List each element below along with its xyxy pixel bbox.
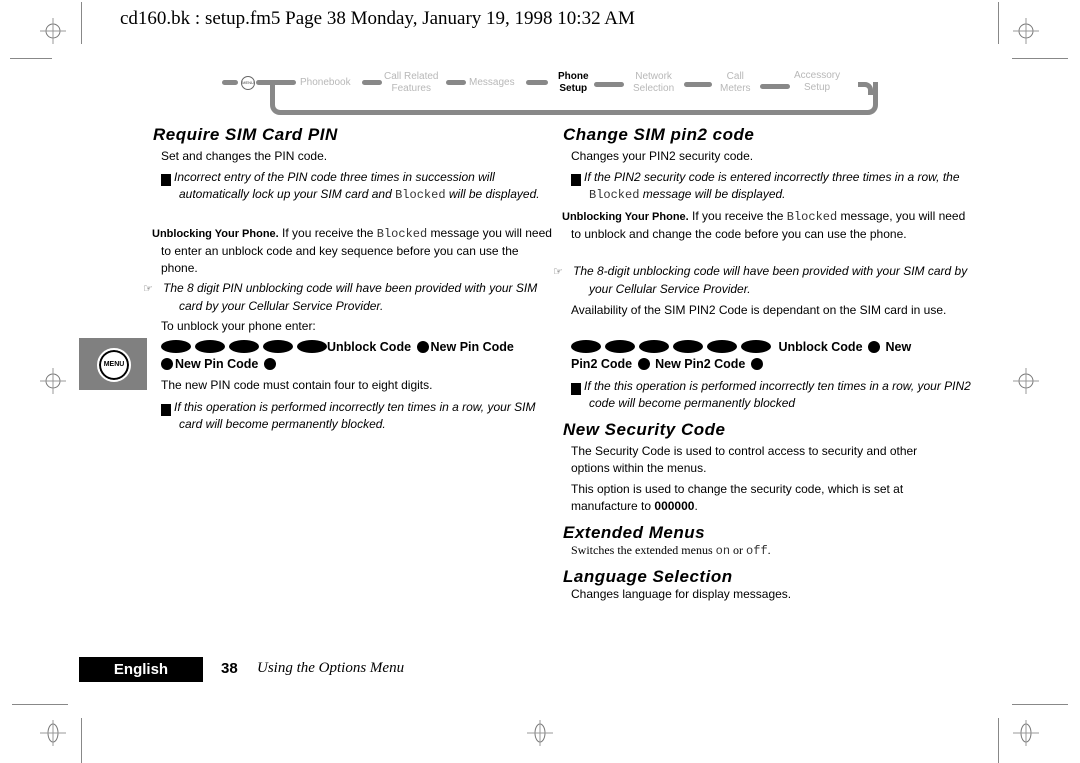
language-description: Changes language for display messages. — [571, 587, 792, 601]
warning-icon: ! — [565, 383, 581, 395]
nav-item-network-selection[interactable]: Network Selection — [633, 71, 674, 95]
ok-key-icon — [868, 341, 881, 353]
pin-length-info: The new PIN code must contain four to ei… — [161, 378, 433, 392]
key-icon — [195, 340, 225, 353]
extended-menus-description: Switches the extended menus on or off. — [571, 543, 771, 558]
require-pin-warning: ! Incorrect entry of the PIN code three t… — [155, 170, 540, 202]
key-icon — [571, 340, 601, 353]
registration-mark-icon — [1013, 720, 1039, 746]
crop-mark — [1012, 704, 1068, 705]
key-icon — [741, 340, 771, 353]
nav-loop-corner — [858, 82, 873, 95]
require-pin-warning-2: ! If this operation is performed incorrec… — [155, 400, 536, 431]
nav-item-call-related-features[interactable]: Call Related Features — [384, 71, 438, 95]
nav-connector — [222, 80, 238, 85]
nav-connector — [446, 80, 466, 85]
section-title-language-selection: Language Selection — [563, 567, 733, 586]
require-pin-note: ☞ The 8 digit PIN unblocking code will ha… — [143, 281, 538, 313]
crop-mark — [998, 718, 999, 763]
registration-mark-icon — [40, 368, 66, 394]
crop-mark — [81, 718, 82, 763]
ok-key-icon — [637, 358, 650, 370]
menu-button-icon: MENU — [97, 348, 131, 382]
section-footer-title: Using the Options Menu — [257, 660, 405, 676]
change-pin2-warning-2: ! If the this operation is performed inco… — [565, 379, 971, 410]
unblock-key-sequence: Unblock Code New Pin Code New Pin Code — [161, 339, 541, 373]
nav-item-phone-setup[interactable]: Phone Setup — [558, 71, 589, 95]
change-pin2-intro: Changes your PIN2 security code. — [571, 149, 754, 163]
nav-item-accessory-setup[interactable]: Accessory Setup — [794, 70, 840, 94]
registration-mark-icon — [1013, 18, 1039, 44]
menu-button-icon: MENU — [241, 76, 255, 90]
key-icon — [639, 340, 669, 353]
nav-connector — [362, 80, 382, 85]
to-unblock-instruction: To unblock your phone enter: — [161, 319, 316, 333]
nav-item-phonebook[interactable]: Phonebook — [300, 77, 351, 89]
warning-icon: ! — [565, 174, 581, 186]
key-icon — [263, 340, 293, 353]
ok-key-icon — [263, 358, 276, 370]
warning-icon: ! — [155, 404, 171, 416]
change-pin2-warning: ! If the PIN2 security code is entered in… — [565, 170, 960, 202]
crop-mark — [10, 58, 52, 59]
nav-item-call-meters[interactable]: Call Meters — [720, 71, 751, 95]
pin2-key-sequence: Unblock Code New Pin2 Code New Pin2 Code — [571, 340, 912, 371]
ok-key-icon — [750, 358, 763, 370]
security-code-default: This option is used to change the securi… — [571, 482, 904, 513]
nav-connector — [526, 80, 548, 85]
registration-mark-icon — [527, 720, 553, 746]
section-title-extended-menus: Extended Menus — [563, 523, 706, 542]
ok-key-icon — [161, 358, 173, 370]
registration-mark-icon — [40, 18, 66, 44]
ok-key-icon — [416, 341, 429, 353]
registration-mark-icon — [40, 720, 66, 746]
nav-connector — [594, 82, 624, 87]
key-icon — [605, 340, 635, 353]
crop-mark — [81, 2, 82, 44]
pin2-availability: Availability of the SIM PIN2 Code is dep… — [571, 303, 947, 317]
require-pin-unblocking: Unblocking Your Phone. If you receive th… — [152, 226, 552, 275]
key-icon — [707, 340, 737, 353]
section-title-require-sim-pin: Require SIM Card PIN — [153, 125, 338, 144]
crop-mark — [998, 2, 999, 44]
warning-icon: ! — [155, 174, 171, 186]
file-info-header: cd160.bk : setup.fm5 Page 38 Monday, Jan… — [120, 8, 635, 29]
registration-mark-icon — [1013, 368, 1039, 394]
security-code-description: The Security Code is used to control acc… — [571, 444, 918, 475]
key-icon — [297, 340, 327, 353]
key-icon — [229, 340, 259, 353]
page-number: 38 — [221, 660, 238, 677]
language-tab: English — [79, 657, 203, 682]
crop-mark — [1012, 58, 1068, 59]
menu-side-tab: MENU — [79, 338, 147, 390]
nav-item-messages[interactable]: Messages — [469, 77, 515, 89]
change-pin2-unblocking: Unblocking Your Phone. If you receive th… — [562, 209, 966, 241]
key-icon — [161, 340, 191, 353]
nav-connector — [760, 84, 790, 89]
require-pin-intro: Set and changes the PIN code. — [161, 149, 328, 163]
nav-connector — [684, 82, 712, 87]
change-pin2-note: ☞ The 8-digit unblocking code will have b… — [553, 264, 968, 296]
section-title-new-security-code: New Security Code — [563, 420, 726, 439]
key-icon — [673, 340, 703, 353]
section-title-change-pin2: Change SIM pin2 code — [563, 125, 755, 144]
crop-mark — [12, 704, 68, 705]
